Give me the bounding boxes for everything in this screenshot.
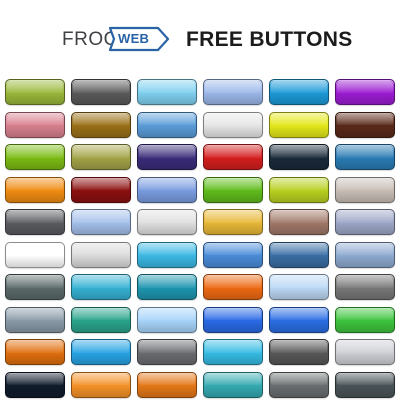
sample-button-r5-c2[interactable] <box>71 209 131 236</box>
sample-button-r8-c5[interactable] <box>269 306 329 333</box>
sample-button-r8-c4[interactable] <box>203 306 263 333</box>
sample-button-r5-c1[interactable] <box>5 209 65 236</box>
sample-button-r9-c6[interactable] <box>335 339 395 366</box>
sample-button-r6-c4[interactable] <box>203 241 263 268</box>
sample-button-r2-c2[interactable] <box>71 111 131 138</box>
sample-button-r10-c4[interactable] <box>203 371 263 398</box>
sample-button-r1-c5[interactable] <box>269 79 329 105</box>
sample-button-r9-c4[interactable] <box>203 339 263 366</box>
sample-button-r1-c2[interactable] <box>71 79 131 105</box>
sample-button-r10-c3[interactable] <box>137 371 197 398</box>
sample-button-r7-c4[interactable] <box>203 274 263 301</box>
sample-button-r1-c4[interactable] <box>203 79 263 105</box>
sample-button-r7-c2[interactable] <box>71 274 131 301</box>
sample-button-r4-c3[interactable] <box>137 176 197 203</box>
sample-button-r6-c5[interactable] <box>269 241 329 268</box>
sample-button-r9-c5[interactable] <box>269 339 329 366</box>
sample-button-r1-c6[interactable] <box>335 79 395 105</box>
logo-text-web: WEB <box>118 31 150 46</box>
sample-button-r8-c3[interactable] <box>137 306 197 333</box>
sample-button-r2-c4[interactable] <box>203 111 263 138</box>
sample-button-r9-c1[interactable] <box>5 339 65 366</box>
header: FROO WEB FREE BUTTONS <box>0 22 400 56</box>
sample-button-r2-c3[interactable] <box>137 111 197 138</box>
sample-button-r4-c6[interactable] <box>335 176 395 203</box>
sample-button-r2-c1[interactable] <box>5 111 65 138</box>
sample-button-r7-c3[interactable] <box>137 274 197 301</box>
sample-button-r10-c1[interactable] <box>5 371 65 398</box>
sample-button-r3-c1[interactable] <box>5 144 65 171</box>
sample-button-r10-c6[interactable] <box>335 371 395 398</box>
sample-button-r7-c6[interactable] <box>335 274 395 301</box>
sample-button-r1-c1[interactable] <box>5 79 65 105</box>
sample-button-r10-c2[interactable] <box>71 371 131 398</box>
sample-button-r5-c4[interactable] <box>203 209 263 236</box>
sample-button-r7-c1[interactable] <box>5 274 65 301</box>
sample-button-r6-c6[interactable] <box>335 241 395 268</box>
sample-button-r8-c2[interactable] <box>71 306 131 333</box>
sample-button-r3-c5[interactable] <box>269 144 329 171</box>
sample-button-r6-c2[interactable] <box>71 241 131 268</box>
sample-button-r3-c6[interactable] <box>335 144 395 171</box>
button-grid <box>5 79 395 398</box>
sample-button-r1-c3[interactable] <box>137 79 197 105</box>
sample-button-r3-c2[interactable] <box>71 144 131 171</box>
sample-button-r3-c4[interactable] <box>203 144 263 171</box>
sample-button-r7-c5[interactable] <box>269 274 329 301</box>
sample-button-r4-c4[interactable] <box>203 176 263 203</box>
sample-button-r8-c6[interactable] <box>335 306 395 333</box>
sample-button-r5-c6[interactable] <box>335 209 395 236</box>
sample-button-r5-c5[interactable] <box>269 209 329 236</box>
sample-button-r2-c6[interactable] <box>335 111 395 138</box>
sample-button-r4-c1[interactable] <box>5 176 65 203</box>
sample-button-r2-c5[interactable] <box>269 111 329 138</box>
sample-button-r10-c5[interactable] <box>269 371 329 398</box>
sample-button-r6-c3[interactable] <box>137 241 197 268</box>
sample-button-r9-c2[interactable] <box>71 339 131 366</box>
logo-web-badge: WEB <box>104 26 172 52</box>
sample-button-r5-c3[interactable] <box>137 209 197 236</box>
sample-button-r6-c1[interactable] <box>5 241 65 268</box>
sample-button-r8-c1[interactable] <box>5 306 65 333</box>
sample-button-r9-c3[interactable] <box>137 339 197 366</box>
sample-button-r3-c3[interactable] <box>137 144 197 171</box>
sample-button-r4-c2[interactable] <box>71 176 131 203</box>
page-title: FREE BUTTONS <box>186 28 353 51</box>
sample-button-r4-c5[interactable] <box>269 176 329 203</box>
